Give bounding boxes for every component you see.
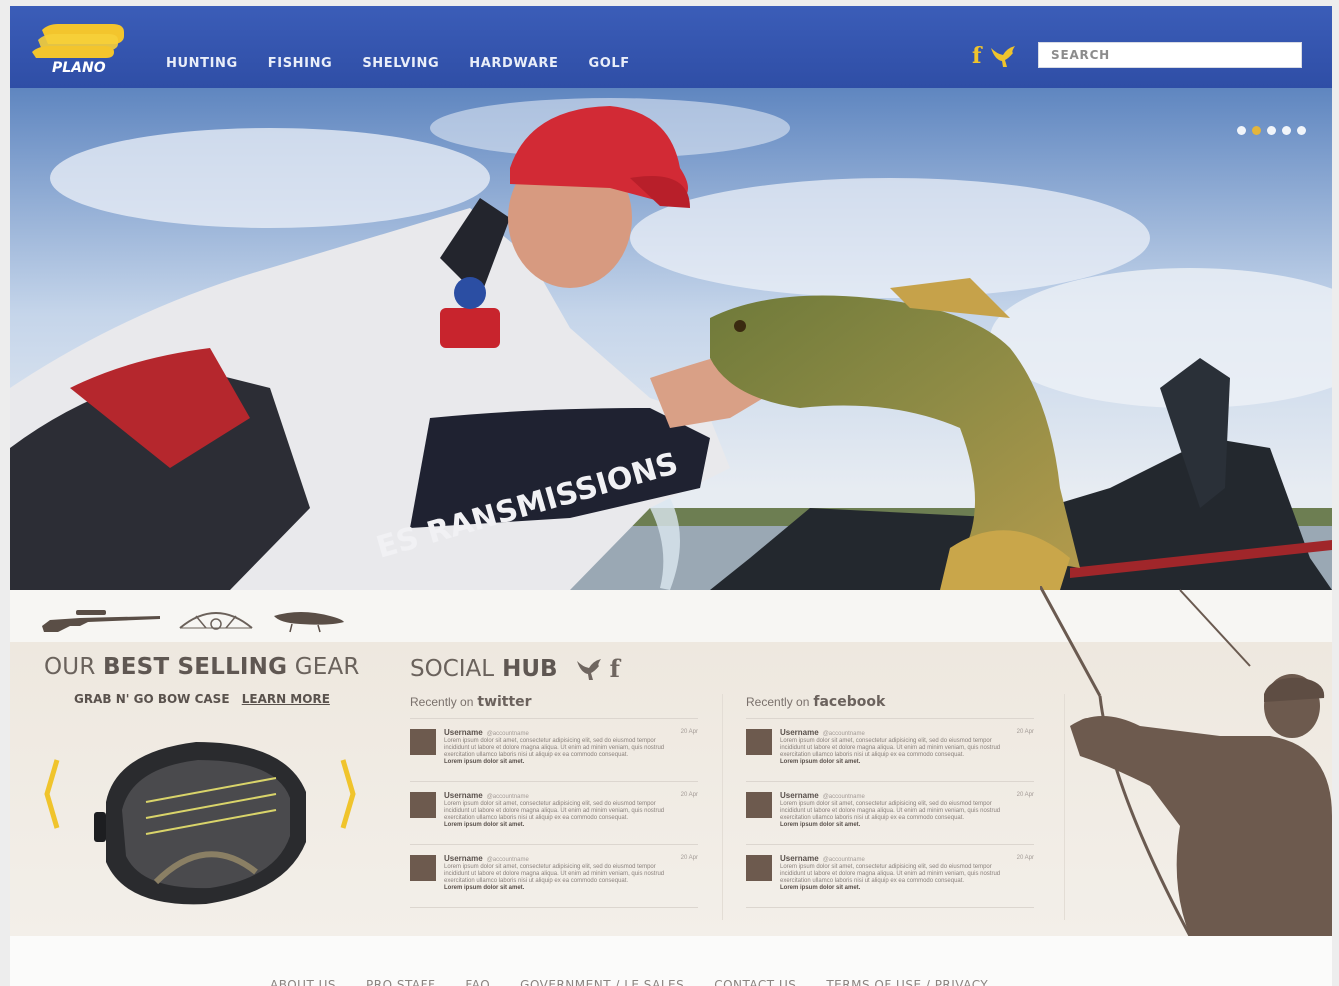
post-body: Username @accountname Lorem ipsum dolor s… — [780, 854, 1001, 892]
page: PLANO HUNTING FISHING SHELVING HARDWARE … — [0, 0, 1339, 986]
rifle-icon[interactable] — [40, 606, 162, 634]
social-hub-section: SOCIAL HUB f — [410, 654, 1060, 683]
hero-image: ES RANSMISSIONS — [10, 88, 1332, 590]
best-selling-title: OUR BEST SELLING GEAR — [44, 654, 360, 680]
footer-terms-privacy[interactable]: TERMS OF USE / PRIVACY — [826, 978, 988, 986]
best-selling-section: OUR BEST SELLING GEAR GRAB N' GO BOW CAS… — [44, 654, 374, 706]
plano-logo[interactable]: PLANO — [28, 20, 136, 74]
header-social: f — [972, 44, 1019, 68]
avatar — [410, 729, 436, 755]
avatar — [410, 792, 436, 818]
facebook-feed-label: Recently on facebook — [746, 694, 1034, 719]
avatar — [746, 729, 772, 755]
carousel-prev-arrow[interactable] — [44, 758, 60, 830]
post-body: Username @accountname Lorem ipsum dolor s… — [780, 791, 1001, 829]
post-date: 20 Apr — [1016, 729, 1034, 735]
search-input[interactable] — [1039, 43, 1301, 67]
twitter-feed: Recently on twitter Username @accountname … — [410, 694, 698, 908]
tweet-item[interactable]: Username @accountname Lorem ipsum dolor s… — [410, 719, 698, 782]
post-date: 20 Apr — [680, 855, 698, 861]
slide-dot-4[interactable] — [1282, 126, 1291, 135]
post-body: Username @accountname Lorem ipsum dolor s… — [444, 791, 665, 829]
site-header: PLANO HUNTING FISHING SHELVING HARDWARE … — [10, 6, 1332, 88]
tweet-item[interactable]: Username @accountname Lorem ipsum dolor s… — [410, 845, 698, 908]
twitter-bird-icon[interactable] — [574, 657, 606, 681]
post-date: 20 Apr — [1016, 792, 1034, 798]
slide-dot-2[interactable] — [1252, 126, 1261, 135]
site-footer: ABOUT US PRO STAFF FAQ GOVERNMENT / LE S… — [10, 936, 1332, 986]
product-name: GRAB N' GO BOW CASE — [74, 692, 230, 706]
bow-case-image[interactable] — [86, 732, 316, 912]
post-body: Username @accountname Lorem ipsum dolor s… — [444, 854, 665, 892]
nav-hunting[interactable]: HUNTING — [166, 56, 238, 71]
hero-banner[interactable]: ES RANSMISSIONS — [10, 88, 1332, 590]
product-line: GRAB N' GO BOW CASE LEARN MORE — [74, 692, 374, 706]
post-body: Username @accountname Lorem ipsum dolor s… — [444, 728, 665, 766]
footer-contact-us[interactable]: CONTACT US — [714, 978, 796, 986]
social-hub-title: SOCIAL HUB f — [410, 654, 620, 683]
nav-shelving[interactable]: SHELVING — [362, 56, 439, 71]
learn-more-link[interactable]: LEARN MORE — [242, 692, 330, 706]
fb-post-item[interactable]: Username @accountname Lorem ipsum dolor s… — [746, 845, 1034, 908]
carousel-next-arrow[interactable] — [340, 758, 356, 830]
footer-pro-staff[interactable]: PRO STAFF — [366, 978, 435, 986]
footer-government-sales[interactable]: GOVERNMENT / LE SALES — [520, 978, 684, 986]
bird-icon[interactable] — [989, 44, 1019, 68]
fb-post-item[interactable]: Username @accountname Lorem ipsum dolor s… — [746, 782, 1034, 845]
facebook-f-icon[interactable]: f — [610, 654, 620, 683]
nav-hardware[interactable]: HARDWARE — [469, 56, 558, 71]
bow-icon[interactable] — [176, 606, 256, 634]
footer-links: ABOUT US PRO STAFF FAQ GOVERNMENT / LE S… — [270, 978, 1018, 986]
tweet-item[interactable]: Username @accountname Lorem ipsum dolor s… — [410, 782, 698, 845]
avatar — [410, 855, 436, 881]
avatar — [746, 855, 772, 881]
slide-dots — [1237, 126, 1306, 135]
slide-dot-5[interactable] — [1297, 126, 1306, 135]
facebook-feed: Recently on facebook Username @accountname… — [746, 694, 1034, 908]
post-date: 20 Apr — [680, 729, 698, 735]
post-date: 20 Apr — [1016, 855, 1034, 861]
post-date: 20 Apr — [680, 792, 698, 798]
fb-post-item[interactable]: Username @accountname Lorem ipsum dolor s… — [746, 719, 1034, 782]
feed-divider — [722, 694, 723, 920]
avatar — [746, 792, 772, 818]
twitter-feed-label: Recently on twitter — [410, 694, 698, 719]
site-frame: PLANO HUNTING FISHING SHELVING HARDWARE … — [10, 6, 1332, 986]
hub-social-icons: f — [574, 654, 620, 683]
post-body: Username @accountname Lorem ipsum dolor s… — [780, 728, 1001, 766]
search-box[interactable] — [1038, 42, 1302, 68]
facebook-icon[interactable]: f — [972, 45, 981, 67]
footer-about-us[interactable]: ABOUT US — [270, 978, 336, 986]
svg-text:PLANO: PLANO — [52, 60, 106, 74]
nav-fishing[interactable]: FISHING — [268, 56, 333, 71]
nav-golf[interactable]: GOLF — [588, 56, 629, 71]
footer-faq[interactable]: FAQ — [465, 978, 490, 986]
slide-dot-3[interactable] — [1267, 126, 1276, 135]
main-nav: HUNTING FISHING SHELVING HARDWARE GOLF — [166, 56, 660, 71]
category-icons — [40, 606, 348, 634]
fisherman-silhouette — [1040, 586, 1332, 936]
lure-icon[interactable] — [270, 606, 348, 634]
slide-dot-1[interactable] — [1237, 126, 1246, 135]
